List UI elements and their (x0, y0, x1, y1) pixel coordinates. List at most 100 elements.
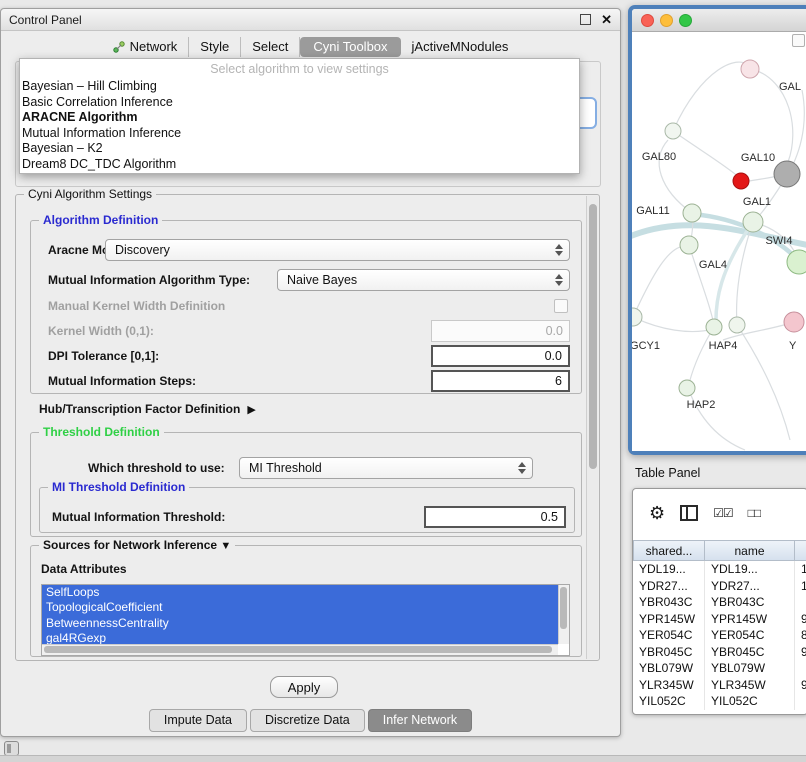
desktop: Control Panel ✕ Network Style Select Cyn… (0, 0, 806, 762)
tab-network[interactable]: Network (102, 37, 190, 57)
scrollbar-thumb[interactable] (589, 204, 597, 469)
close-icon[interactable]: ✕ (601, 13, 612, 26)
table-cell: YBL079W (633, 660, 705, 677)
zoom-traffic-light[interactable] (679, 14, 692, 27)
float-window-icon[interactable] (580, 14, 591, 25)
aracne-mode-select[interactable]: Discovery (105, 239, 570, 261)
table-row[interactable]: YLR345W YLR345W 9. (633, 677, 806, 694)
gear-icon[interactable]: ⚙ (649, 504, 665, 522)
table-row[interactable]: YIL052C YIL052C (633, 693, 806, 710)
algorithm-option[interactable]: Dream8 DC_TDC Algorithm (20, 157, 579, 173)
table-cell: 13 (795, 561, 806, 578)
hub-definition-toggle[interactable]: Hub/Transcription Factor Definition ▶ (39, 399, 256, 419)
algorithm-option[interactable]: Basic Correlation Inference (20, 95, 579, 111)
dpi-tolerance-field[interactable]: 0.0 (431, 345, 570, 367)
tab-impute-data[interactable]: Impute Data (149, 709, 247, 732)
network-graph: GAL GAL80 GAL10 GAL11 GAL1 SWI4 GAL4 GCY… (632, 32, 806, 451)
bottom-strip (0, 755, 806, 762)
close-traffic-light[interactable] (641, 14, 654, 27)
graph-node (741, 60, 759, 78)
node-label: GAL1 (743, 196, 771, 208)
sources-toggle[interactable]: Sources for Network Inference ▼ (39, 538, 235, 552)
network-window-titlebar[interactable] (632, 9, 806, 32)
kernel-width-field[interactable]: 0.0 (431, 320, 570, 342)
tab-style[interactable]: Style (189, 37, 241, 57)
dpi-tolerance-label: DPI Tolerance [0,1]: (48, 345, 159, 367)
mi-steps-field[interactable]: 6 (431, 370, 570, 392)
node-label: HAP2 (687, 399, 716, 411)
table-panel-window: ⚙ ☑☑ □□ shared... name YDL19... YDL19...… (632, 488, 806, 715)
scrollbar-corner-button[interactable] (792, 34, 805, 47)
column-header-name[interactable]: name (705, 540, 795, 561)
manual-kernel-checkbox[interactable] (554, 299, 568, 313)
tab-infer-network[interactable]: Infer Network (368, 709, 472, 732)
sources-group: Sources for Network Inference ▼ Data Att… (30, 545, 582, 657)
group-title: Threshold Definition (39, 425, 164, 439)
attributes-list[interactable]: SelfLoops TopologicalCoefficient Between… (41, 584, 570, 656)
mi-type-select[interactable]: Naive Bayes (277, 269, 570, 291)
tab-jactivemnodules[interactable]: jActiveMNodules (401, 37, 520, 57)
table-cell: 12 (795, 578, 806, 595)
graph-node-red (733, 173, 749, 189)
minimize-traffic-light[interactable] (660, 14, 673, 27)
table-cell: 9. (795, 611, 806, 628)
tab-select[interactable]: Select (241, 37, 300, 57)
collapsed-arrow-icon: ▶ (247, 403, 255, 416)
graph-node (787, 250, 806, 274)
mi-threshold-group: MI Threshold Definition Mutual Informati… (39, 487, 575, 533)
data-attributes-label: Data Attributes (41, 558, 127, 580)
table-row[interactable]: YBL079W YBL079W (633, 660, 806, 677)
table-cell: YDL19... (633, 561, 705, 578)
apply-button[interactable]: Apply (270, 676, 338, 698)
algorithm-option[interactable]: Mutual Information Inference (20, 126, 579, 142)
column-header-shared[interactable]: shared... (633, 540, 705, 561)
mi-steps-label: Mutual Information Steps: (48, 370, 196, 392)
table-row[interactable]: YER054C YER054C 8. (633, 627, 806, 644)
deselect-all-icon[interactable]: □□ (748, 506, 761, 520)
algorithm-option[interactable]: Bayesian – K2 (20, 141, 579, 157)
list-item-selected[interactable]: BetweennessCentrality (42, 616, 558, 631)
table-cell: YLR345W (705, 677, 795, 694)
graph-node (729, 317, 745, 333)
bottom-tabbar: Impute Data Discretize Data Infer Networ… (1, 709, 620, 732)
node-label: GAL11 (636, 205, 669, 217)
list-item-selected[interactable]: TopologicalCoefficient (42, 600, 558, 615)
list-horizontal-scrollbar[interactable] (42, 644, 558, 655)
settings-scrollbar[interactable] (586, 196, 598, 659)
kernel-width-label: Kernel Width (0,1): (48, 320, 154, 342)
algorithm-definition-group: Algorithm Definition Aracne Mode: Discov… (30, 220, 582, 394)
algorithm-option[interactable]: Bayesian – Hill Climbing (20, 79, 579, 95)
table-row[interactable]: YBR043C YBR043C (633, 594, 806, 611)
table-cell (795, 660, 806, 677)
table-cell: 9. (795, 677, 806, 694)
graph-node (665, 123, 681, 139)
tab-discretize-data[interactable]: Discretize Data (250, 709, 365, 732)
table-cell: YIL052C (705, 693, 795, 710)
which-threshold-select[interactable]: MI Threshold (239, 457, 533, 479)
combo-value: Naive Bayes (287, 273, 357, 287)
mi-threshold-field[interactable]: 0.5 (424, 506, 566, 528)
node-label: SWI4 (766, 235, 793, 247)
list-item-selected[interactable]: SelfLoops (42, 585, 558, 600)
tab-cyni-toolbox[interactable]: Cyni Toolbox (300, 37, 400, 57)
table-row[interactable]: YBR045C YBR045C 9. (633, 644, 806, 661)
table-row[interactable]: YDR27... YDR27... 12 (633, 578, 806, 595)
list-item-selected[interactable]: gal4RGexp (42, 631, 558, 644)
list-vertical-scrollbar[interactable] (558, 585, 569, 644)
table-cell: YBL079W (705, 660, 795, 677)
table-cell: YPR145W (633, 611, 705, 628)
node-label: HAP4 (709, 340, 738, 352)
columns-icon[interactable] (680, 505, 698, 521)
column-header-extra[interactable] (795, 540, 806, 561)
dropdown-placeholder: Select algorithm to view settings (20, 59, 579, 79)
cytopanel-icon[interactable] (4, 741, 19, 756)
combo-arrows-icon (555, 270, 563, 290)
scrollbar-thumb[interactable] (44, 646, 552, 653)
table-row[interactable]: YPR145W YPR145W 9. (633, 611, 806, 628)
select-all-icon[interactable]: ☑☑ (713, 506, 733, 520)
network-view-window: GAL GAL80 GAL10 GAL11 GAL1 SWI4 GAL4 GCY… (628, 5, 806, 455)
network-canvas[interactable]: GAL GAL80 GAL10 GAL11 GAL1 SWI4 GAL4 GCY… (632, 32, 806, 451)
table-row[interactable]: YDL19... YDL19... 13 (633, 561, 806, 578)
scrollbar-thumb[interactable] (560, 587, 567, 629)
algorithm-option-selected[interactable]: ARACNE Algorithm (20, 110, 579, 126)
